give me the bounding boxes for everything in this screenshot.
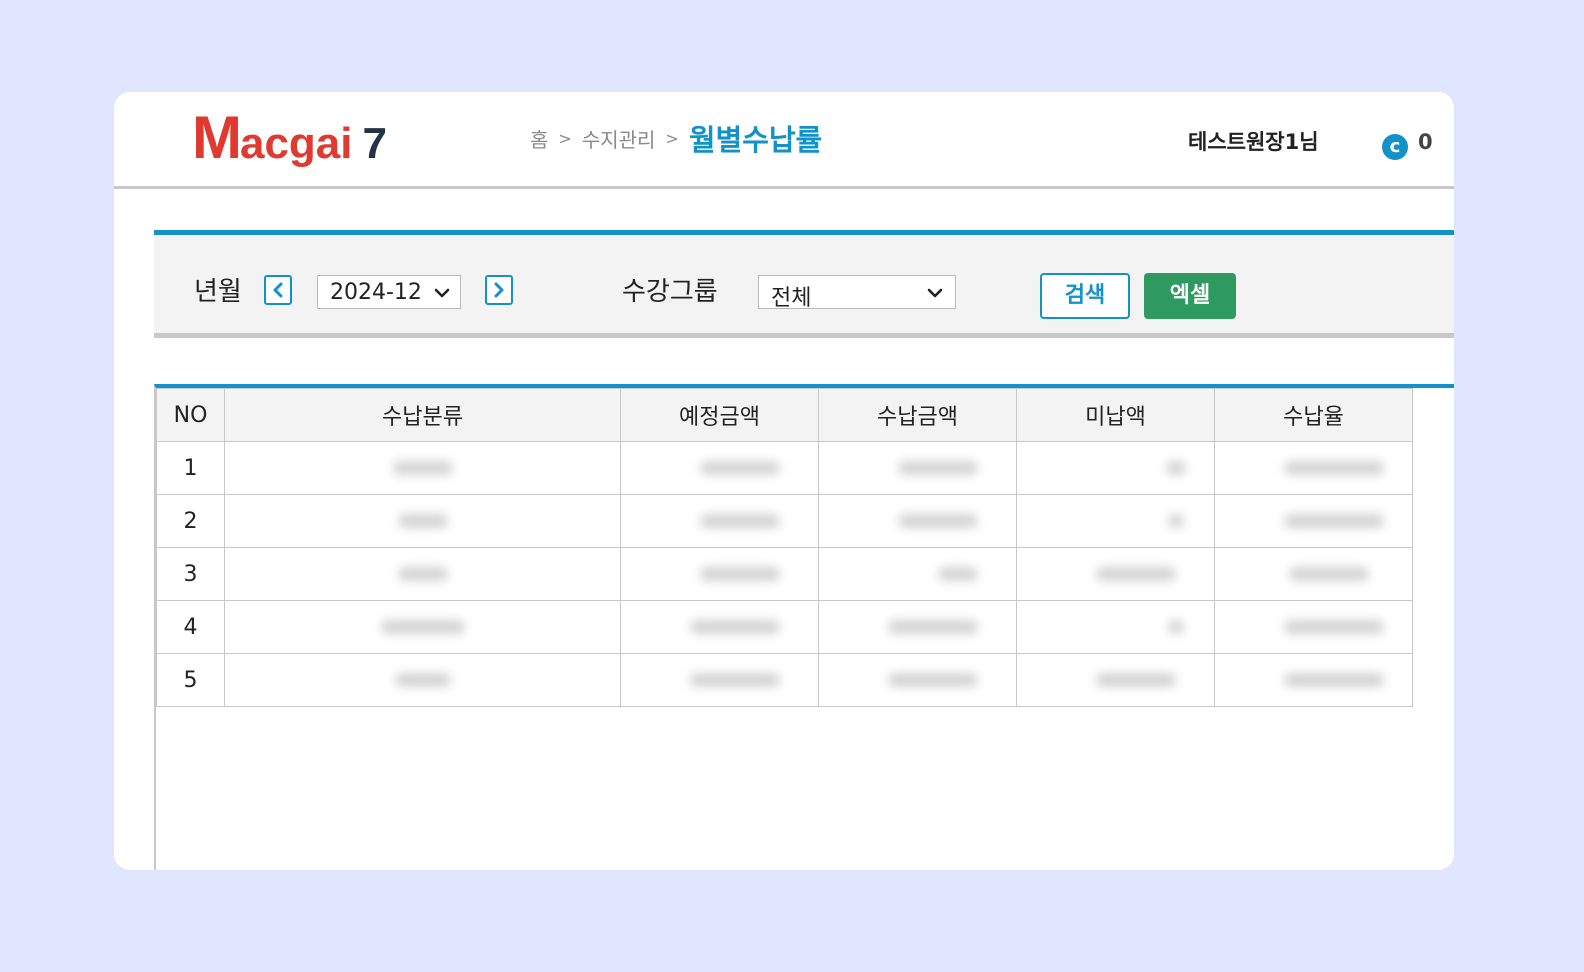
top-header: Macgai 7 홈 > 수지관리 > 월별수납률 테스트원장1님 c 0: [114, 92, 1454, 189]
coin-count: 0: [1418, 130, 1433, 154]
chevron-down-icon: [434, 288, 450, 298]
redacted-planned-cell: [620, 494, 819, 548]
table-row[interactable]: 3: [156, 547, 1413, 601]
column-header-no[interactable]: NO: [156, 388, 225, 442]
redacted-paid-cell: [818, 547, 1017, 601]
breadcrumb-home[interactable]: 홈: [530, 124, 548, 153]
column-header-paid-amount[interactable]: 수납금액: [818, 388, 1017, 442]
redacted-planned-cell: [620, 441, 819, 495]
chevron-right-icon: [494, 282, 504, 298]
breadcrumb-separator: >: [665, 128, 679, 148]
breadcrumb-finance[interactable]: 수지관리: [582, 124, 656, 153]
year-month-value: 2024-12: [330, 280, 422, 305]
redacted-unpaid-cell: [1016, 600, 1215, 654]
redacted-rate-cell: [1214, 600, 1413, 654]
chevron-down-icon: [927, 288, 943, 298]
column-header-unpaid-amount[interactable]: 미납액: [1016, 388, 1215, 442]
result-table: NO 수납분류 예정금액 수납금액 미납액 수납율 1 2 3 4 5: [156, 388, 1413, 707]
redacted-category-cell: [224, 600, 621, 654]
user-name[interactable]: 테스트원장1님: [1188, 126, 1319, 156]
app-logo[interactable]: Macgai 7: [192, 106, 387, 170]
column-header-category[interactable]: 수납분류: [224, 388, 621, 442]
row-number: 1: [156, 441, 225, 495]
redacted-rate-cell: [1214, 494, 1413, 548]
redacted-paid-cell: [818, 600, 1017, 654]
row-number: 4: [156, 600, 225, 654]
coin-icon[interactable]: c: [1382, 134, 1408, 160]
breadcrumb: 홈 > 수지관리 > 월별수납률: [530, 118, 822, 158]
search-button[interactable]: 검색: [1040, 273, 1130, 319]
redacted-unpaid-cell: [1016, 441, 1215, 495]
year-month-select[interactable]: 2024-12: [317, 275, 461, 309]
row-number: 2: [156, 494, 225, 548]
row-number: 3: [156, 547, 225, 601]
redacted-planned-cell: [620, 600, 819, 654]
table-row[interactable]: 4: [156, 600, 1413, 654]
redacted-planned-cell: [620, 547, 819, 601]
filter-bar: 년월 2024-12 수강그룹 전체 검색 엑셀: [154, 230, 1454, 338]
redacted-category-cell: [224, 653, 621, 707]
redacted-paid-cell: [818, 653, 1017, 707]
redacted-paid-cell: [818, 494, 1017, 548]
course-group-value: 전체: [771, 286, 812, 311]
redacted-rate-cell: [1214, 547, 1413, 601]
page-title: 월별수납률: [688, 123, 823, 157]
logo-number: 7: [362, 119, 387, 168]
logo-letter-m: M: [192, 104, 242, 171]
main-window: Macgai 7 홈 > 수지관리 > 월별수납률 테스트원장1님 c 0 년월 …: [114, 92, 1454, 870]
next-month-button[interactable]: [485, 275, 513, 305]
prev-month-button[interactable]: [264, 275, 292, 305]
redacted-rate-cell: [1214, 441, 1413, 495]
row-number: 5: [156, 653, 225, 707]
table-row[interactable]: 1: [156, 441, 1413, 495]
column-header-planned-amount[interactable]: 예정금액: [620, 388, 819, 442]
redacted-category-cell: [224, 494, 621, 548]
redacted-planned-cell: [620, 653, 819, 707]
logo-text: acgai: [239, 119, 353, 168]
column-header-payment-rate[interactable]: 수납율: [1214, 388, 1413, 442]
course-group-label: 수강그룹: [622, 277, 718, 307]
redacted-category-cell: [224, 547, 621, 601]
redacted-category-cell: [224, 441, 621, 495]
redacted-unpaid-cell: [1016, 547, 1215, 601]
table-header-row: NO 수납분류 예정금액 수납금액 미납액 수납율: [156, 388, 1413, 442]
result-table-area: NO 수납분류 예정금액 수납금액 미납액 수납율 1 2 3 4 5: [154, 384, 1454, 870]
redacted-unpaid-cell: [1016, 653, 1215, 707]
table-row[interactable]: 5: [156, 653, 1413, 707]
redacted-unpaid-cell: [1016, 494, 1215, 548]
redacted-paid-cell: [818, 441, 1017, 495]
course-group-select[interactable]: 전체: [758, 275, 956, 311]
year-month-label: 년월: [194, 277, 242, 307]
table-row[interactable]: 2: [156, 494, 1413, 548]
chevron-left-icon: [273, 282, 283, 298]
excel-button[interactable]: 엑셀: [1144, 273, 1236, 319]
redacted-rate-cell: [1214, 653, 1413, 707]
breadcrumb-separator: >: [558, 128, 572, 148]
